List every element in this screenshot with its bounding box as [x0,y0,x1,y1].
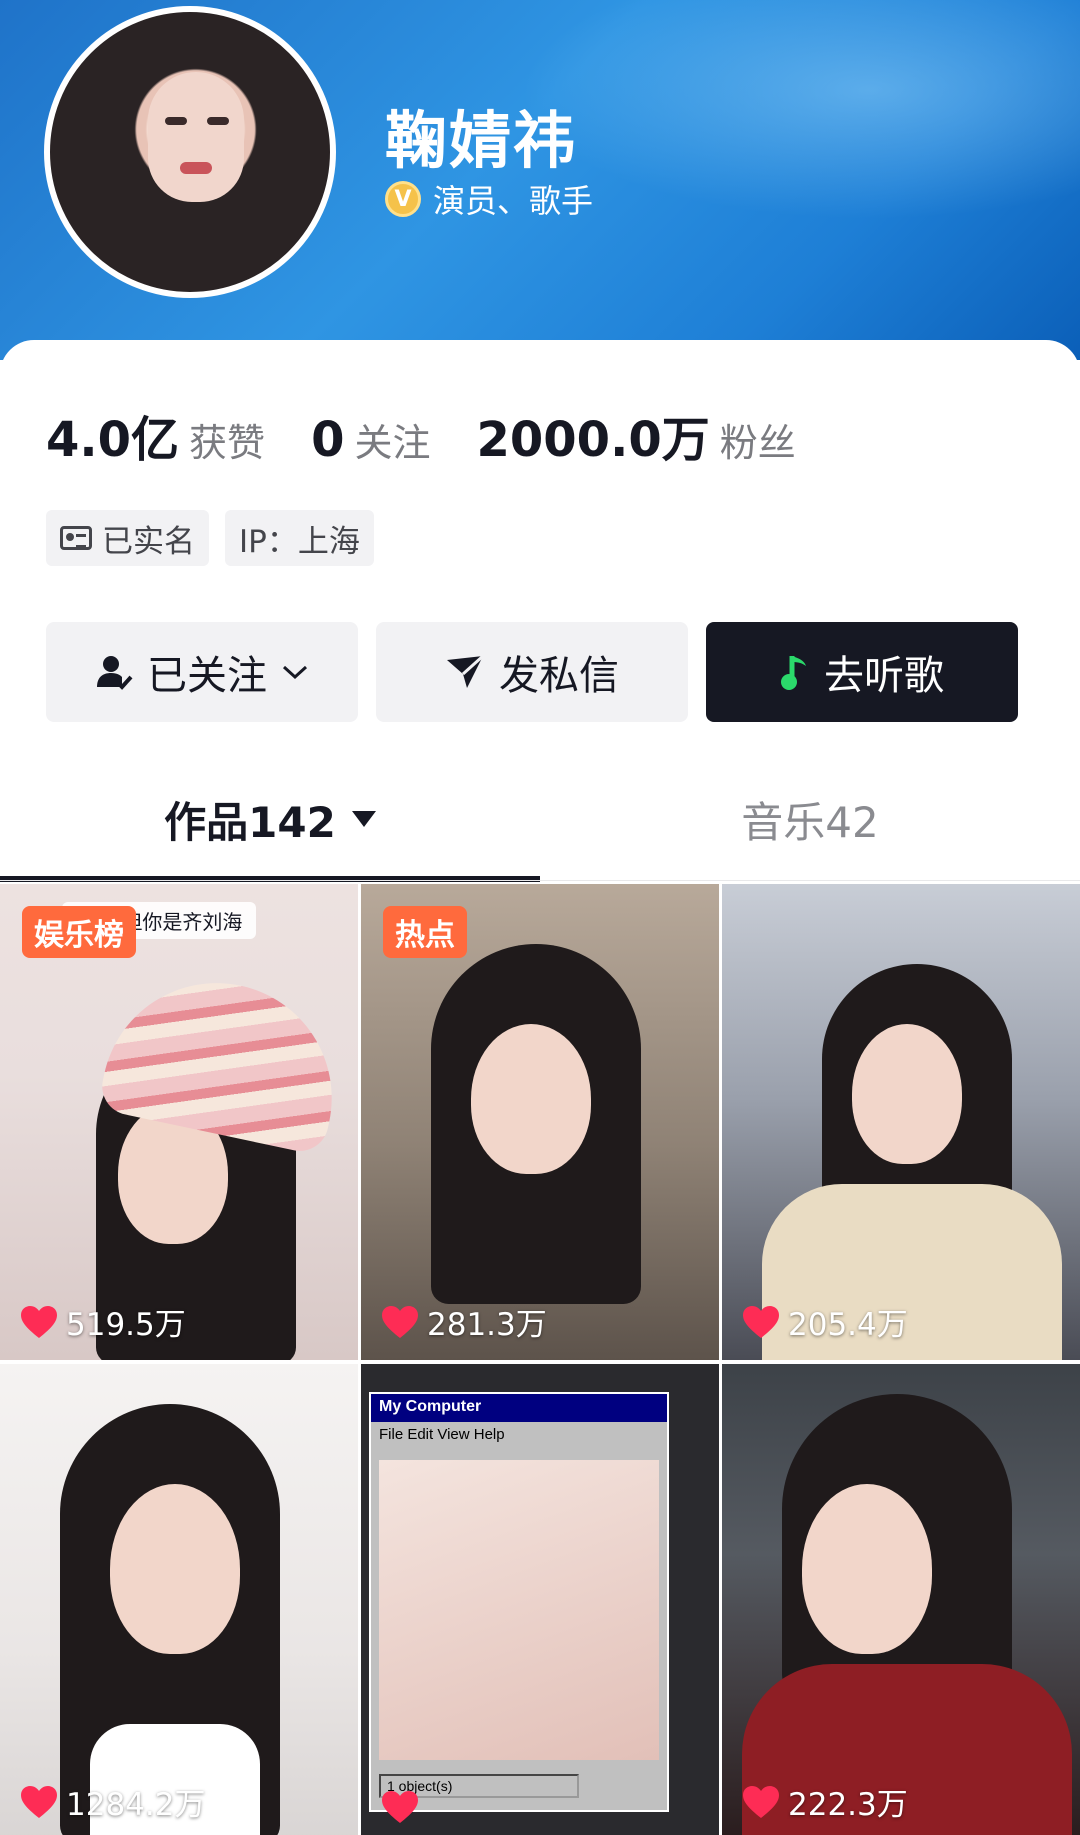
follow-button[interactable]: 已关注 [46,622,358,722]
thumb-figure-face [852,1024,962,1164]
music-note-icon [781,656,806,690]
thumb-figure-face [110,1484,240,1654]
heart-icon [21,1305,57,1338]
verification-row: V 演员、歌手 [385,176,593,222]
tab-works[interactable]: 作品142 [0,760,540,878]
tab-music-label: 音乐42 [741,797,879,847]
id-card-icon [60,526,92,550]
avatar-eye [207,117,229,125]
video-likes-count: 222.3万 [788,1787,908,1823]
video-likes-count: 281.3万 [427,1307,547,1343]
hot-badge: 热点 [383,906,467,958]
heart-icon [743,1785,779,1818]
verification-text: 演员、歌手 [433,182,594,220]
stat-following[interactable]: 0 关注 [311,412,430,468]
ip-tag: IP：上海 [225,510,374,566]
video-likes: 205.4万 [742,1299,908,1344]
trending-badge: 娱乐榜 [22,906,136,958]
video-likes: 1284.2万 [20,1779,205,1824]
avatar[interactable] [44,6,336,298]
avatar-face [148,72,244,202]
message-button-label: 发私信 [499,653,619,699]
avatar-eye [165,117,187,125]
stat-likes-label: 获赞 [189,421,266,465]
content-tabs: 作品142 音乐42 [0,760,1080,880]
follow-button-label: 已关注 [147,653,267,699]
thumb-figure-face [802,1484,932,1654]
stats-row: 4.0亿 获赞 0 关注 2000.0万 粉丝 [46,400,842,470]
message-button[interactable]: 发私信 [376,622,688,722]
listen-music-button[interactable]: 去听歌 [706,622,1018,722]
thumb-figure-face [471,1024,591,1174]
retro-window-menu: File Edit View Help [379,1426,505,1443]
action-buttons: 已关注 发私信 去听歌 [46,622,1018,722]
caret-down-icon[interactable] [351,811,376,827]
retro-window: My Computer File Edit View Help 1 object… [369,1392,669,1812]
video-thumbnail[interactable]: 热点 281.3万 [361,884,719,1360]
video-grid: 鲨了 但你是齐刘海 娱乐榜 519.5万 热点 281.3万 205.4万 12… [0,884,1080,1835]
retro-window-image [379,1460,659,1760]
video-likes: 222.3万 [742,1779,908,1824]
user-check-icon [97,656,133,690]
heart-icon [382,1791,418,1823]
video-likes: 519.5万 [20,1299,186,1344]
profile-name: 鞠婧祎 [385,104,578,177]
tab-music[interactable]: 音乐42 [540,760,1080,878]
video-thumbnail[interactable]: 205.4万 [722,884,1080,1360]
video-likes-count: 519.5万 [66,1307,186,1343]
active-tab-indicator [0,876,540,882]
verified-badge-icon: V [385,181,421,217]
video-likes: 281.3万 [381,1299,547,1344]
profile-header: 鞠婧祎 V 演员、歌手 [0,0,1080,360]
chevron-down-icon [282,665,308,680]
video-thumbnail[interactable]: 鲨了 但你是齐刘海 娱乐榜 519.5万 [0,884,358,1360]
video-likes-count: 1284.2万 [66,1787,206,1823]
tab-works-label: 作品142 [164,797,336,847]
video-likes-count: 205.4万 [788,1307,908,1343]
verified-tag: 已实名 [46,510,209,566]
avatar-lip [180,162,212,174]
tags-row: 已实名 IP：上海 [46,510,374,566]
video-likes [381,1790,427,1824]
tabs-divider [0,880,1080,881]
heart-icon [21,1785,57,1818]
ip-tag-label: IP：上海 [239,523,360,560]
video-thumbnail[interactable]: 222.3万 [722,1364,1080,1835]
stat-likes-value: 4.0亿 [46,412,180,468]
stat-following-value: 0 [311,412,345,468]
heart-icon [382,1305,418,1338]
video-thumbnail[interactable]: My Computer File Edit View Help 1 object… [361,1364,719,1835]
retro-window-title: My Computer [371,1394,667,1422]
stat-followers-label: 粉丝 [719,421,796,465]
verified-tag-label: 已实名 [102,523,195,560]
send-icon [447,654,485,688]
stat-followers-value: 2000.0万 [476,412,710,468]
stat-likes[interactable]: 4.0亿 获赞 [46,400,265,470]
video-thumbnail[interactable]: 1284.2万 [0,1364,358,1835]
stat-following-label: 关注 [354,421,431,465]
stat-followers[interactable]: 2000.0万 粉丝 [476,400,795,470]
listen-music-button-label: 去听歌 [824,653,944,699]
heart-icon [743,1305,779,1338]
